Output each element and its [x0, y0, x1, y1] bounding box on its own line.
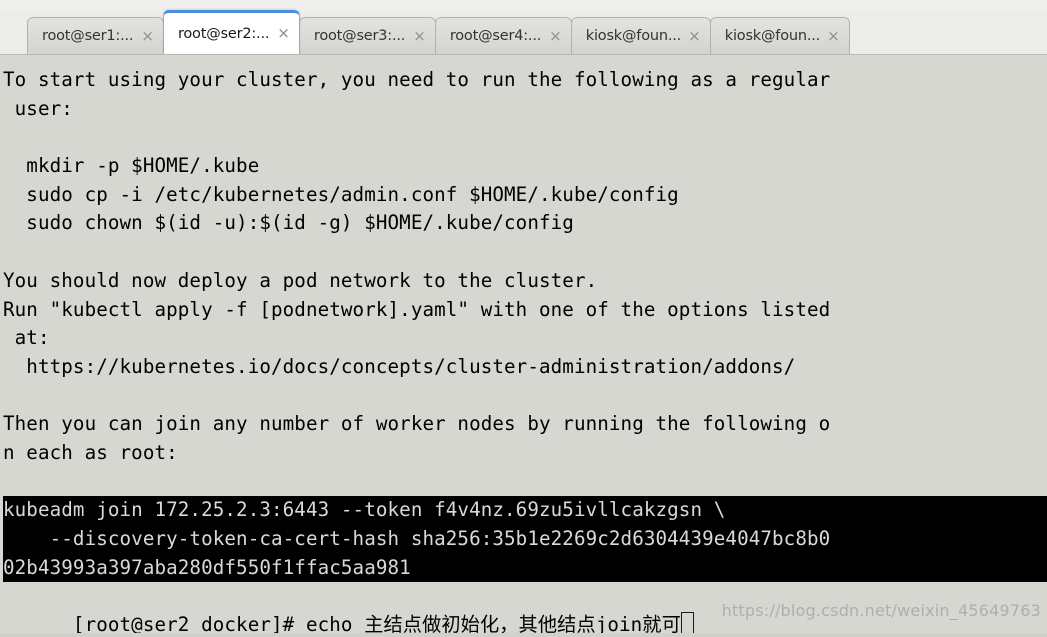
terminal-line-highlighted: 02b43993a397aba280df550f1ffac5aa981 — [3, 553, 1047, 583]
window-bottom-edge — [0, 633, 1047, 637]
join-command-highlight[interactable]: kubeadm join 172.25.2.3:6443 --token f4v… — [3, 496, 1047, 583]
terminal-line: mkdir -p $HOME/.kube — [3, 154, 260, 178]
terminal-line: at: — [3, 326, 50, 350]
tab-kiosk-foundation-1[interactable]: kiosk@foun... × — [570, 17, 711, 54]
text-cursor — [680, 612, 694, 636]
terminal-output[interactable]: To start using your cluster, you need to… — [0, 55, 1047, 637]
tab-root-ser3[interactable]: root@ser3:... × — [298, 17, 436, 54]
close-icon[interactable]: × — [269, 26, 290, 41]
tab-label: root@ser3:... — [313, 28, 406, 44]
terminal-window: root@ser1:... × root@ser2:... × root@ser… — [0, 0, 1047, 637]
terminal-line-highlighted: --discovery-token-ca-cert-hash sha256:35… — [3, 525, 1047, 554]
terminal-line: To start using your cluster, you need to… — [3, 68, 831, 91]
terminal-line: You should now deploy a pod network to t… — [3, 268, 598, 292]
tab-label: root@ser4:... — [449, 28, 542, 44]
terminal-line-highlighted: kubeadm join 172.25.2.3:6443 --token f4v… — [3, 496, 1047, 525]
tab-label: kiosk@foun... — [724, 28, 820, 44]
tab-label: root@ser2:... — [177, 25, 270, 42]
close-icon[interactable]: × — [819, 28, 840, 44]
tab-kiosk-foundation-2[interactable]: kiosk@foun... × — [709, 17, 850, 54]
tab-label: root@ser1:... — [42, 28, 134, 44]
close-icon[interactable]: × — [405, 28, 426, 44]
tab-root-ser1[interactable]: root@ser1:... × — [27, 17, 164, 54]
terminal-line: Run "kubectl apply -f [podnetwork].yaml"… — [3, 297, 831, 321]
tab-label: kiosk@foun... — [585, 28, 681, 44]
terminal-line: sudo chown $(id -u):$(id -g) $HOME/.kube… — [3, 211, 574, 235]
tab-root-ser4[interactable]: root@ser4:... × — [434, 17, 572, 54]
shell-prompt-line[interactable]: [root@ser2 docker]# echo 主结点做初始化，其他结点joi… — [3, 582, 1047, 636]
close-icon[interactable]: × — [133, 28, 154, 44]
tab-bar: root@ser1:... × root@ser2:... × root@ser… — [0, 0, 1047, 55]
close-icon[interactable]: × — [541, 28, 562, 44]
terminal-line: n each as root: — [3, 440, 178, 464]
terminal-line: Then you can join any number of worker n… — [3, 412, 831, 436]
tab-root-ser2[interactable]: root@ser2:... × — [162, 10, 300, 54]
close-icon[interactable]: × — [680, 28, 701, 44]
terminal-line: user: — [3, 96, 73, 120]
terminal-line: https://kubernetes.io/docs/concepts/clus… — [3, 354, 796, 378]
terminal-line: sudo cp -i /etc/kubernetes/admin.conf $H… — [3, 182, 679, 206]
